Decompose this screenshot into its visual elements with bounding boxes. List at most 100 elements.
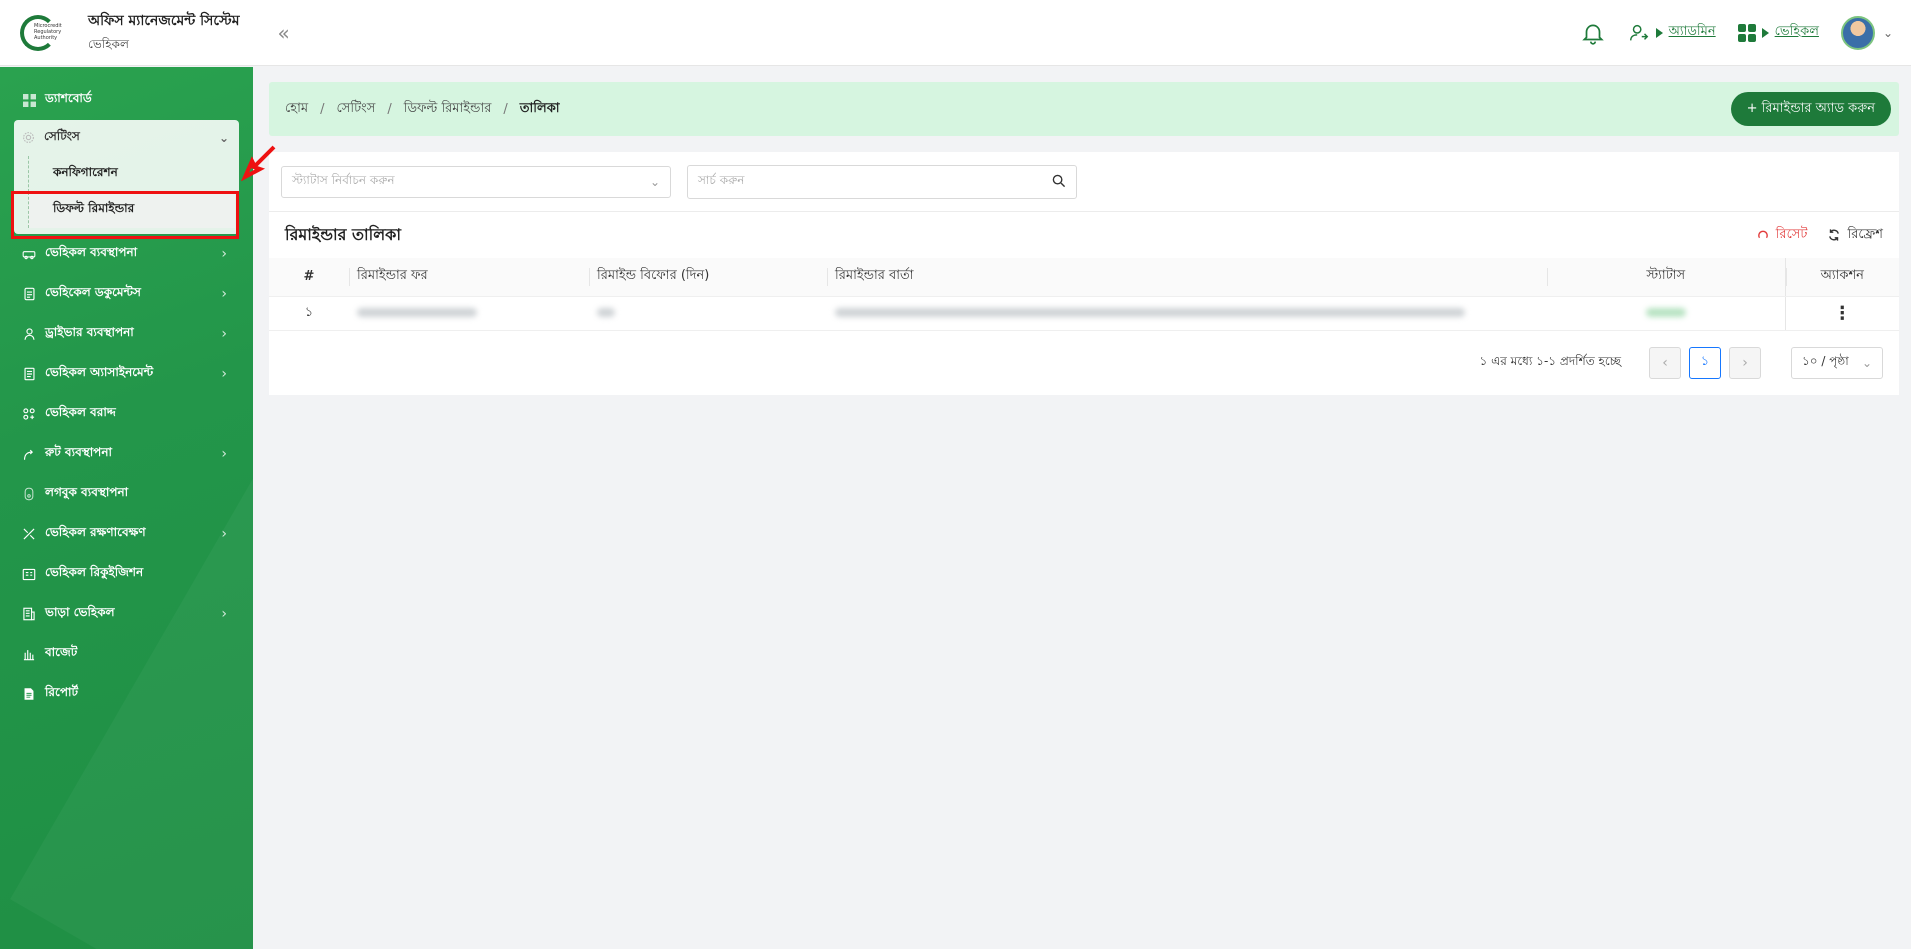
- sidebar-collapse-button[interactable]: «: [278, 21, 290, 45]
- reset-button[interactable]: রিসেট: [1756, 225, 1808, 246]
- table-header-row: # রিমাইন্ডার ফর রিমাইন্ড বিফোর (দিন) রিম…: [269, 258, 1899, 297]
- triangle-right-icon: [1761, 27, 1769, 38]
- annotation-arrow-icon: [241, 145, 276, 181]
- module-link[interactable]: ভেহিকল: [1775, 22, 1819, 43]
- report-icon: [22, 687, 36, 701]
- sidebar-item-label: ড্রাইভার ব্যবস্থাপনা: [45, 325, 134, 339]
- sidebar-item-rent-vehicle[interactable]: ভাড়া ভেহিকল ›: [0, 594, 253, 634]
- sidebar-item-label: রুট ব্যবস্থাপনা: [45, 445, 112, 459]
- driver-icon: [22, 327, 36, 341]
- chevron-right-icon: ›: [221, 246, 227, 262]
- sidebar-item-label: রিপোর্ট: [45, 685, 79, 699]
- sidebar-item-driver-management[interactable]: ড্রাইভার ব্যবস্থাপনা ›: [0, 314, 253, 354]
- chevron-down-icon: ⌄: [1861, 355, 1872, 370]
- highlight-box: [11, 191, 239, 239]
- add-reminder-button[interactable]: + রিমাইন্ডার অ্যাড করুন: [1730, 92, 1891, 126]
- breadcrumb: হোম / সেটিংস / ডিফল্ট রিমাইন্ডার / তালিক…: [269, 82, 1899, 136]
- sidebar-item-vehicle-documents[interactable]: ভেহিকেল ডকুমেন্টস ›: [0, 274, 253, 314]
- sidebar-item-budget[interactable]: বাজেট: [0, 634, 253, 674]
- car-icon: [22, 247, 36, 261]
- sidebar-item-label: ভেহিকল রক্ষণাবেক্ষণ: [45, 525, 146, 539]
- breadcrumb-list: তালিকা: [519, 100, 560, 116]
- table-row: ১ ⋮: [269, 296, 1899, 331]
- table-actions: রিসেট রিফ্রেশ: [1756, 225, 1883, 246]
- column-remind-before: রিমাইন্ড বিফোর (দিন): [589, 258, 827, 297]
- chevron-down-icon: ⌄: [649, 174, 660, 189]
- sidebar-item-vehicle-requisition[interactable]: ভেহিকল রিকুইজিশন: [0, 554, 253, 594]
- page-size-label: ১০ / পৃষ্ঠা: [1802, 353, 1849, 368]
- chevron-right-icon: ›: [221, 366, 227, 382]
- logbook-icon: [22, 487, 36, 501]
- header-right: অ্যাডমিন ভেহিকল ⌄: [1580, 15, 1893, 50]
- pagination: ১ এর মধ্যে ১-১ প্রদর্শিত হচ্ছে ‹ ১ › ১০ …: [269, 331, 1899, 395]
- row-remind-before: [589, 296, 827, 331]
- column-index: #: [269, 258, 349, 297]
- breadcrumb-home[interactable]: হোম: [285, 99, 308, 120]
- pagination-prev-button[interactable]: ‹: [1649, 346, 1681, 379]
- row-action-menu-button[interactable]: ⋮: [1784, 296, 1899, 331]
- pagination-next-button[interactable]: ›: [1729, 346, 1761, 379]
- filter-bar: স্ট্যাটাস নির্বাচন করুন ⌄ সার্চ করুন: [269, 152, 1899, 212]
- pagination-page-button[interactable]: ১: [1689, 346, 1721, 379]
- sidebar-item-vehicle-management[interactable]: ভেহিকল ব্যবস্থাপনা ›: [0, 234, 253, 274]
- role-switcher[interactable]: অ্যাডমিন: [1628, 22, 1716, 44]
- module-switcher[interactable]: ভেহিকল: [1737, 22, 1819, 43]
- maintenance-icon: [22, 527, 36, 541]
- chevron-right-icon: ›: [221, 286, 227, 302]
- search-icon[interactable]: [1052, 174, 1066, 188]
- sidebar-item-label: লগবুক ব্যবস্থাপনা: [45, 485, 129, 499]
- search-input[interactable]: সার্চ করুন: [687, 164, 1077, 199]
- gear-icon: [22, 131, 36, 145]
- sidebar-item-vehicle-assignment[interactable]: ভেহিকল অ্যাসাইনমেন্ট ›: [0, 354, 253, 394]
- sidebar-item-label: বাজেট: [45, 645, 78, 659]
- chevron-right-icon: ›: [221, 606, 227, 622]
- column-action: অ্যাকশন: [1784, 258, 1899, 297]
- reminder-panel: স্ট্যাটাস নির্বাচন করুন ⌄ সার্চ করুন রিম…: [269, 152, 1899, 395]
- chevron-down-icon[interactable]: ⌄: [1883, 26, 1893, 40]
- pagination-info: ১ এর মধ্যে ১-১ প্রদর্শিত হচ্ছে: [1479, 353, 1621, 368]
- breadcrumb-default-reminder[interactable]: ডিফল্ট রিমাইন্ডার: [404, 99, 492, 120]
- breadcrumb-separator: /: [503, 101, 508, 117]
- page-size-select[interactable]: ১০ / পৃষ্ঠা ⌄: [1791, 346, 1883, 379]
- refresh-button[interactable]: রিফ্রেশ: [1827, 225, 1883, 246]
- search-placeholder: সার্চ করুন: [698, 172, 745, 187]
- rent-icon: [22, 607, 36, 621]
- brand: অফিস ম্যানেজমেন্ট সিস্টেম ভেহিকল: [88, 9, 240, 56]
- sidebar-item-report[interactable]: রিপোর্ট: [0, 674, 253, 714]
- sidebar-item-dashboard[interactable]: ড্যাশবোর্ড: [0, 80, 253, 120]
- breadcrumb-settings[interactable]: সেটিংস: [336, 99, 375, 120]
- column-reminder-for: রিমাইন্ডার ফর: [349, 258, 589, 297]
- refresh-label: রিফ্রেশ: [1847, 226, 1883, 242]
- main-content: হোম / সেটিংস / ডিফল্ট রিমাইন্ডার / তালিক…: [269, 82, 1899, 395]
- role-link[interactable]: অ্যাডমিন: [1669, 22, 1716, 43]
- table-header-bar: রিমাইন্ডার তালিকা রিসেট রিফ্রেশ: [269, 212, 1899, 258]
- reset-label: রিসেট: [1775, 226, 1808, 242]
- app-title: অফিস ম্যানেজমেন্ট সিস্টেম: [88, 13, 240, 29]
- sidebar-item-vehicle-maintenance[interactable]: ভেহিকল রক্ষণাবেক্ষণ ›: [0, 514, 253, 554]
- sidebar-item-settings[interactable]: সেটিংস ⌄: [14, 120, 239, 156]
- row-reminder-for: [349, 296, 589, 331]
- bell-icon[interactable]: [1580, 20, 1606, 46]
- status-select-placeholder: স্ট্যাটাস নির্বাচন করুন: [292, 172, 395, 187]
- requisition-icon: [22, 567, 36, 581]
- chevron-down-icon: ⌄: [218, 131, 229, 145]
- sidebar-subitem-configuration[interactable]: কনফিগারেশন: [28, 156, 239, 192]
- assignment-icon: [22, 367, 36, 381]
- sidebar-item-label: ভেহিকল অ্যাসাইনমেন্ট: [45, 365, 154, 379]
- sidebar-item-route-management[interactable]: রুট ব্যবস্থাপনা ›: [0, 434, 253, 474]
- logo-text: Microcredit Regulatory Authority: [34, 22, 62, 41]
- sidebar-item-logbook-management[interactable]: লগবুক ব্যবস্থাপনা: [0, 474, 253, 514]
- table-title: রিমাইন্ডার তালিকা: [285, 224, 401, 244]
- budget-icon: [22, 647, 36, 661]
- sidebar-item-label: ভেহিকল রিকুইজিশন: [45, 565, 144, 579]
- column-reminder-message: রিমাইন্ডার বার্তা: [827, 258, 1547, 297]
- avatar[interactable]: [1840, 15, 1875, 50]
- row-reminder-message: [827, 296, 1547, 331]
- breadcrumb-separator: /: [387, 101, 392, 117]
- chevron-right-icon: ›: [221, 446, 227, 462]
- status-select[interactable]: স্ট্যাটাস নির্বাচন করুন ⌄: [281, 165, 671, 198]
- reminder-table: # রিমাইন্ডার ফর রিমাইন্ড বিফোর (দিন) রিম…: [269, 258, 1899, 331]
- dashboard-icon: [22, 93, 36, 107]
- triangle-right-icon: [1655, 27, 1663, 38]
- sidebar-item-vehicle-allocation[interactable]: ভেহিকল বরাদ্দ: [0, 394, 253, 434]
